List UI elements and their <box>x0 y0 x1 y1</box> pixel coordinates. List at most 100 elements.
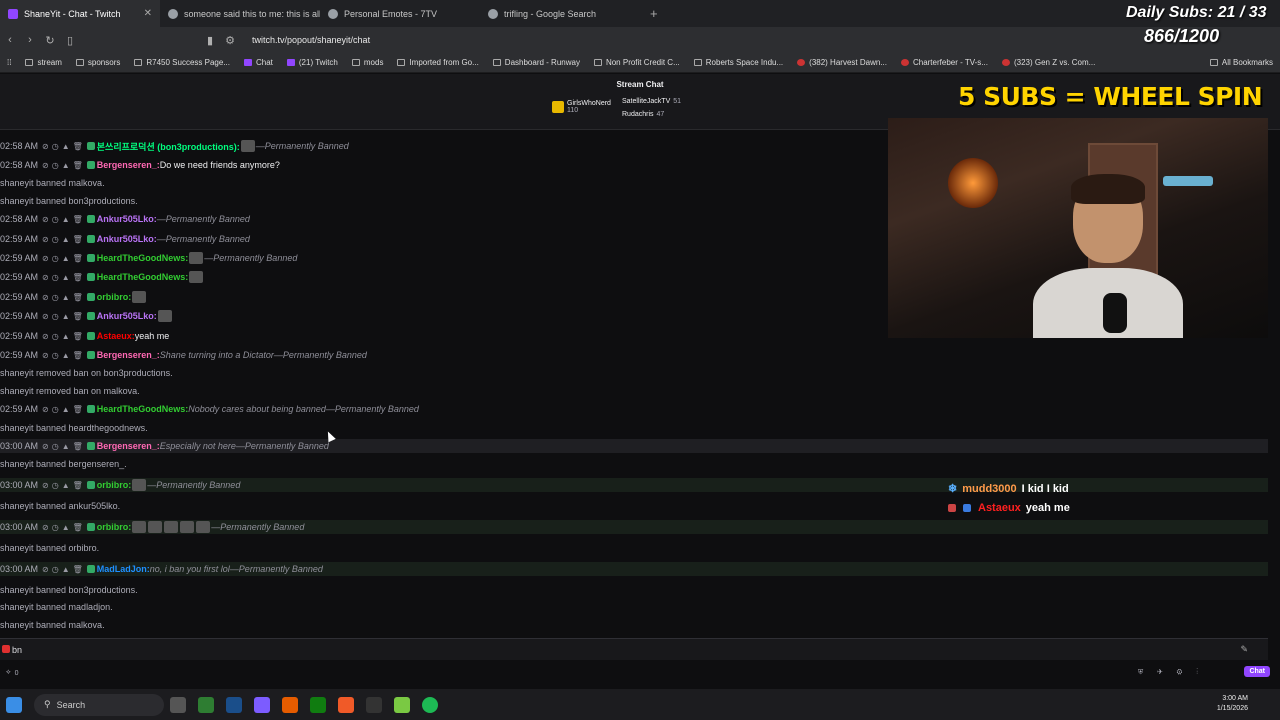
bookmark-item[interactable]: (323) Gen Z vs. Com... <box>995 58 1102 67</box>
timeout-icon[interactable]: ◷ <box>52 442 59 451</box>
app-icon[interactable] <box>394 696 410 713</box>
bookmark-item[interactable]: Non Profit Credit C... <box>587 58 687 67</box>
app-icon[interactable] <box>366 696 382 713</box>
reload-icon[interactable]: ↻ <box>40 34 60 47</box>
chat-username[interactable]: 본쓰리프로덕션 (bon3productions): <box>97 140 240 153</box>
chat-message[interactable]: 03:00 AM ⊘ ◷ ▲ 🗑 MadLadJon: no, i ban you fir… <box>0 562 1268 576</box>
ban-icon[interactable]: ⊘ <box>42 442 49 451</box>
tab-7tv[interactable]: Personal Emotes - 7TV <box>320 0 480 27</box>
warn-icon[interactable]: ▲ <box>62 273 70 282</box>
ban-icon[interactable]: ⊘ <box>42 161 49 170</box>
taskbar-search[interactable]: ⚲ Search <box>34 693 164 716</box>
bookmark-icon[interactable]: ▮ <box>200 34 220 47</box>
delete-icon[interactable]: 🗑 <box>73 235 83 244</box>
bookmark-item[interactable]: (382) Harvest Dawn... <box>790 58 894 67</box>
chat-username[interactable]: MadLadJon: <box>97 564 150 574</box>
warn-icon[interactable]: ▲ <box>62 293 70 302</box>
delete-icon[interactable]: 🗑 <box>73 293 83 302</box>
warn-icon[interactable]: ▲ <box>62 142 70 151</box>
warn-icon[interactable]: ▲ <box>62 523 70 532</box>
delete-icon[interactable]: 🗑 <box>73 481 83 490</box>
warn-icon[interactable]: ▲ <box>62 312 70 321</box>
warn-icon[interactable]: ▲ <box>62 565 70 574</box>
chat-username[interactable]: Ankur505Lko: <box>97 311 157 321</box>
all-bookmarks[interactable]: All Bookmarks <box>1203 58 1280 67</box>
address-bar[interactable]: twitch.tv/popout/shaneyit/chat <box>252 35 370 45</box>
bookmark-item[interactable]: Charterfeber - TV-s... <box>894 58 995 67</box>
timeout-icon[interactable]: ◷ <box>52 332 59 341</box>
delete-icon[interactable]: 🗑 <box>73 254 83 263</box>
ban-icon[interactable]: ⊘ <box>42 273 49 282</box>
xbox-icon[interactable] <box>310 696 326 713</box>
chat-message[interactable]: 02:59 AM ⊘ ◷ ▲ 🗑 Bergenseren_: Shane turning … <box>0 348 1268 362</box>
chat-input[interactable]: bn ✎ <box>0 638 1268 660</box>
system-message[interactable]: shaneyit banned malkova. <box>0 618 1268 632</box>
timeout-icon[interactable]: ◷ <box>52 565 59 574</box>
ban-icon[interactable]: ⊘ <box>42 351 49 360</box>
warn-icon[interactable]: ▲ <box>62 235 70 244</box>
bookmark-item[interactable]: Imported from Go... <box>390 58 485 67</box>
bookmark-item[interactable]: (21) Twitch <box>280 58 345 67</box>
chat-username[interactable]: HeardTheGoodNews: <box>97 272 189 282</box>
bookmark-item[interactable]: Chat <box>237 58 280 67</box>
delete-icon[interactable]: 🗑 <box>73 351 83 360</box>
discord-icon[interactable] <box>254 696 270 713</box>
ban-icon[interactable]: ⊘ <box>42 332 49 341</box>
chat-username[interactable]: orbibro: <box>97 480 132 490</box>
ban-icon[interactable]: ⊘ <box>42 215 49 224</box>
system-message[interactable]: shaneyit banned bon3productions. <box>0 583 1268 597</box>
delete-icon[interactable]: 🗑 <box>73 142 83 151</box>
chat-username[interactable]: Bergenseren_: <box>97 160 160 170</box>
steam-icon[interactable] <box>226 696 242 713</box>
system-clock[interactable]: 3:00 AM 1/15/2026 <box>1217 694 1248 714</box>
chat-username[interactable]: Ankur505Lko: <box>97 214 157 224</box>
chat-message[interactable]: 03:00 AM ⊘ ◷ ▲ 🗑 Bergenseren_: Especially not… <box>0 439 1268 453</box>
back-icon[interactable]: ‹ <box>0 34 20 46</box>
site-info-icon[interactable]: ⚙ <box>220 34 240 47</box>
chat-username[interactable]: HeardTheGoodNews: <box>97 404 189 414</box>
delete-icon[interactable]: 🗑 <box>73 405 83 414</box>
system-message[interactable]: shaneyit banned madladjon. <box>0 600 1268 614</box>
system-message[interactable]: shaneyit banned ankur505lko. <box>0 499 1268 513</box>
timeout-icon[interactable]: ◷ <box>52 351 59 360</box>
chat-message[interactable]: 03:00 AM ⊘ ◷ ▲ 🗑 orbibro: —Permanently Banned <box>0 478 1268 492</box>
chat-send-button[interactable]: Chat <box>1244 666 1270 677</box>
chat-username[interactable]: orbibro: <box>97 292 132 302</box>
chat-input-value[interactable]: bn <box>12 645 22 655</box>
warn-icon[interactable]: ▲ <box>62 215 70 224</box>
warn-icon[interactable]: ▲ <box>62 254 70 263</box>
chat-username[interactable]: Ankur505Lko: <box>97 234 157 244</box>
timeout-icon[interactable]: ◷ <box>52 481 59 490</box>
tab-google[interactable]: trifling - Google Search <box>480 0 640 27</box>
timeout-icon[interactable]: ◷ <box>52 161 59 170</box>
system-message[interactable]: shaneyit banned heardthegoodnews. <box>0 421 1268 435</box>
timeout-icon[interactable]: ◷ <box>52 405 59 414</box>
chat-message[interactable]: 03:00 AM ⊘ ◷ ▲ 🗑 orbibro: —Permanently Banned <box>0 520 1268 534</box>
ban-icon[interactable]: ⊘ <box>42 481 49 490</box>
timeout-icon[interactable]: ◷ <box>52 312 59 321</box>
ban-icon[interactable]: ⊘ <box>42 235 49 244</box>
sidebar-icon[interactable]: ▯ <box>60 34 80 47</box>
tab-reddit[interactable]: someone said this to me: this is all a <box>160 0 320 27</box>
warn-icon[interactable]: ▲ <box>62 332 70 341</box>
timeout-icon[interactable]: ◷ <box>52 293 59 302</box>
warn-icon[interactable]: ▲ <box>62 161 70 170</box>
ban-icon[interactable]: ⊘ <box>42 523 49 532</box>
bookmark-item[interactable]: Dashboard - Runway <box>486 58 587 67</box>
ban-icon[interactable]: ⊘ <box>42 142 49 151</box>
delete-icon[interactable]: 🗑 <box>73 312 83 321</box>
timeout-icon[interactable]: ◷ <box>52 235 59 244</box>
emote-picker-icon[interactable]: ✎ <box>1240 644 1248 655</box>
delete-icon[interactable]: 🗑 <box>73 442 83 451</box>
brave-icon[interactable] <box>338 696 354 713</box>
timeout-icon[interactable]: ◷ <box>52 523 59 532</box>
task-view-icon[interactable] <box>170 696 186 713</box>
new-tab-button[interactable]: + <box>640 6 668 21</box>
bookmark-item[interactable]: stream <box>18 58 68 67</box>
bookmark-item[interactable]: sponsors <box>69 58 127 67</box>
warn-icon[interactable]: ▲ <box>62 405 70 414</box>
chat-username[interactable]: Bergenseren_: <box>97 350 160 360</box>
bookmark-item[interactable]: Roberts Space Indu... <box>687 58 790 67</box>
timeout-icon[interactable]: ◷ <box>52 215 59 224</box>
warn-icon[interactable]: ▲ <box>62 481 70 490</box>
